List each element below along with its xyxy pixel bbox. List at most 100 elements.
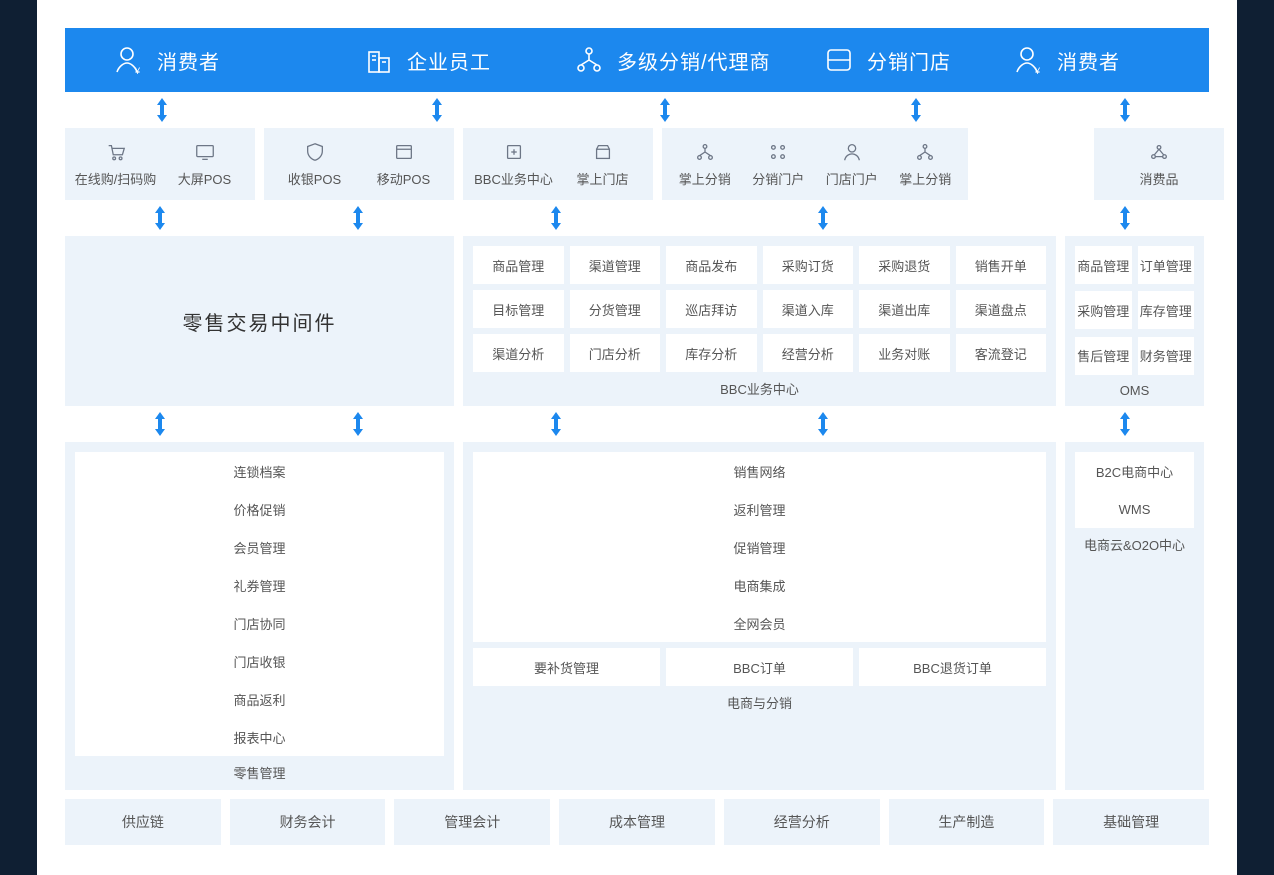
double-arrow-icon — [351, 410, 365, 438]
user-yuan-icon: ¥ — [113, 44, 145, 76]
grid-cell: 销售网络 — [473, 452, 1046, 490]
grid-cell: BBC退货订单 — [859, 648, 1046, 686]
grid-cell: 全网会员 — [473, 604, 1046, 642]
grid-cell: B2C电商中心 — [1075, 452, 1194, 490]
header-item-agent: 多级分销/代理商 — [568, 44, 823, 76]
header-item-consumer-a: ¥ 消费者 — [83, 44, 338, 76]
tree-icon — [573, 44, 605, 76]
double-arrow-icon — [549, 410, 563, 438]
retail-middleware: 零售交易中间件 — [65, 236, 454, 406]
ecom-block-label: 电商与分销 — [473, 686, 1046, 716]
header-label: 分销门店 — [867, 46, 951, 75]
grid-cell: 连锁档案 — [75, 452, 444, 490]
shield-icon — [304, 141, 326, 163]
header-label: 多级分销/代理商 — [617, 46, 771, 75]
shop-icon — [592, 141, 614, 163]
user-yuan-icon: ¥ — [1013, 44, 1045, 76]
tools-row: 在线购/扫码购 大屏POS 收银POS 移动POS BBC业务中心 掌上门店 掌… — [65, 128, 1209, 200]
double-arrow-icon — [153, 410, 167, 438]
tool-palm-dist-a: 掌上分销 — [668, 141, 742, 188]
arrow-row-2 — [65, 200, 1209, 236]
grid-cell: 商品返利 — [75, 680, 444, 718]
middleware-label: 零售交易中间件 — [183, 307, 337, 336]
monitor-icon — [194, 141, 216, 163]
branch-icon — [694, 141, 716, 163]
cloud-block-label: 电商云&O2O中心 — [1075, 528, 1194, 558]
footer-item: 基础管理 — [1053, 799, 1209, 845]
grid-cell: 订单管理 — [1138, 246, 1195, 284]
grid-cell: 巡店拜访 — [666, 290, 757, 328]
grid-cell: 渠道盘点 — [956, 290, 1047, 328]
grid-cell: 采购管理 — [1075, 291, 1132, 329]
footer-item: 成本管理 — [559, 799, 715, 845]
arrow-row-1 — [65, 92, 1209, 128]
tool-palm-dist-b: 掌上分销 — [889, 141, 963, 188]
grid-cell: 采购订货 — [763, 246, 854, 284]
double-arrow-icon — [816, 204, 830, 232]
double-arrow-icon — [351, 204, 365, 232]
header-item-consumer-b: ¥ 消费者 — [1013, 44, 1183, 76]
mid-row: 零售交易中间件 商品管理渠道管理商品发布采购订货采购退货销售开单目标管理分货管理… — [65, 236, 1209, 406]
grid-cell: 客流登记 — [956, 334, 1047, 372]
tool-label: 掌上门店 — [576, 169, 628, 188]
grid-cell: 库存管理 — [1138, 291, 1195, 329]
footer-item: 供应链 — [65, 799, 221, 845]
grid-cell: 采购退货 — [859, 246, 950, 284]
tool-panel-2: BBC业务中心 掌上门店 — [463, 128, 653, 200]
tool-label: BBC业务中心 — [474, 169, 553, 188]
window-icon — [393, 141, 415, 163]
tool-cashier-pos: 收银POS — [270, 141, 359, 188]
double-arrow-icon — [155, 96, 169, 124]
grid-cell: WMS — [1075, 490, 1194, 528]
tool-fmcg: 消费品 — [1100, 141, 1218, 188]
tool-store-portal: 门店门户 — [815, 141, 889, 188]
grid-cell: 经营分析 — [763, 334, 854, 372]
tool-label: 移动POS — [377, 169, 430, 188]
grid-icon — [767, 141, 789, 163]
bbc-block-label: BBC业务中心 — [473, 372, 1046, 402]
grid-cell: BBC订单 — [666, 648, 853, 686]
tool-online-buy: 在线购/扫码购 — [71, 141, 160, 188]
tool-palm-store: 掌上门店 — [558, 141, 647, 188]
tool-label: 分销门户 — [752, 169, 804, 188]
retail-mgmt-block: 连锁档案价格促销会员管理礼券管理门店协同门店收银商品返利报表中心 零售管理 — [65, 442, 454, 790]
grid-cell: 电商集成 — [473, 566, 1046, 604]
tool-label: 收银POS — [288, 169, 341, 188]
grid-cell: 报表中心 — [75, 718, 444, 756]
grid-cell: 要补货管理 — [473, 648, 660, 686]
double-arrow-icon — [549, 204, 563, 232]
grid-cell: 渠道管理 — [570, 246, 661, 284]
grid-cell: 商品发布 — [666, 246, 757, 284]
header-bar: ¥ 消费者 企业员工 多级分销/代理商 分销门店 ¥ 消费者 — [65, 28, 1209, 92]
tool-bbc-center: BBC业务中心 — [469, 141, 558, 188]
tool-label: 掌上分销 — [679, 169, 731, 188]
molecule-icon — [1148, 141, 1170, 163]
arrow-row-3 — [65, 406, 1209, 442]
double-arrow-icon — [1118, 96, 1132, 124]
double-arrow-icon — [816, 410, 830, 438]
header-item-employee: 企业员工 — [338, 44, 568, 76]
cloud-block: B2C电商中心WMS 电商云&O2O中心 — [1065, 442, 1204, 790]
grid-cell: 渠道分析 — [473, 334, 564, 372]
grid-cell: 门店协同 — [75, 604, 444, 642]
grid-cell: 业务对账 — [859, 334, 950, 372]
double-arrow-icon — [153, 204, 167, 232]
oms-block-label: OMS — [1075, 376, 1194, 402]
cart-icon — [105, 141, 127, 163]
footer-item: 财务会计 — [230, 799, 386, 845]
user-icon — [841, 141, 863, 163]
bottom-row: 连锁档案价格促销会员管理礼券管理门店协同门店收银商品返利报表中心 零售管理 销售… — [65, 442, 1209, 790]
tool-label: 掌上分销 — [899, 169, 951, 188]
grid-cell: 价格促销 — [75, 490, 444, 528]
grid-cell: 返利管理 — [473, 490, 1046, 528]
bbc-block: 商品管理渠道管理商品发布采购订货采购退货销售开单目标管理分货管理巡店拜访渠道入库… — [463, 236, 1056, 406]
double-arrow-icon — [909, 96, 923, 124]
footer-item: 管理会计 — [394, 799, 550, 845]
building-icon — [363, 44, 395, 76]
grid-cell: 销售开单 — [956, 246, 1047, 284]
tool-mobile-pos: 移动POS — [359, 141, 448, 188]
header-label: 消费者 — [157, 46, 220, 75]
tool-panel-0: 在线购/扫码购 大屏POS — [65, 128, 255, 200]
branch-icon — [914, 141, 936, 163]
grid-cell: 财务管理 — [1138, 337, 1195, 375]
